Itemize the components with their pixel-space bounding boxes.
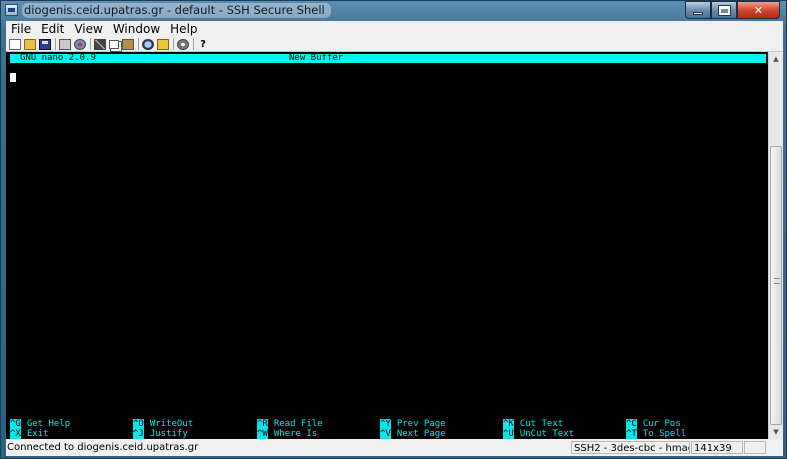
shortcut-cur-pos: ^C Cur Pos [626, 419, 681, 429]
shortcut-exit: ^X Exit [10, 429, 49, 439]
app-window: diogenis.ceid.upatras.gr - default - SSH… [0, 0, 787, 459]
shortcut-writeout: ^O WriteOut [133, 419, 194, 429]
toolbar-separator [90, 38, 91, 50]
toolbar-separator [193, 38, 194, 50]
shortcut-get-help: ^G Get Help [10, 419, 71, 429]
minimize-button[interactable] [685, 1, 711, 19]
terminal-size: 141x39 [691, 441, 743, 454]
shortcut-justify: ^J Justify [133, 429, 188, 439]
maximize-icon [717, 4, 731, 16]
shortcut-to-spell: ^T To Spell [626, 429, 687, 439]
shortcut-uncut-text: ^U UnCut Text [503, 429, 575, 439]
toolbar: ? [6, 37, 783, 52]
shortcut-where-is: ^W Where Is [257, 429, 318, 439]
minimize-icon [693, 11, 703, 15]
menu-bar: File Edit View Window Help [6, 21, 783, 37]
grip-icon [774, 278, 780, 284]
menu-window[interactable]: Window [108, 21, 165, 37]
print-icon[interactable] [59, 38, 71, 50]
nano-version: GNU nano 2.0.9 [20, 53, 96, 63]
paste-icon[interactable] [122, 38, 134, 50]
shortcut-prev-page: ^Y Prev Page [380, 419, 446, 429]
toolbar-separator [138, 38, 139, 50]
toolbar-separator [55, 38, 56, 50]
nano-title-bar: GNU nano 2.0.9 New Buffer [10, 54, 766, 63]
menu-help[interactable]: Help [165, 21, 202, 37]
maximize-button[interactable] [711, 1, 737, 19]
close-icon: ✕ [753, 3, 764, 17]
status-bar: Connected to diogenis.ceid.upatras.gr SS… [6, 441, 783, 455]
save-icon[interactable] [39, 38, 51, 50]
copy-icon[interactable] [109, 39, 119, 49]
status-panel-extra [744, 441, 766, 454]
menu-file[interactable]: File [6, 21, 36, 37]
close-button[interactable]: ✕ [737, 1, 780, 19]
disconnect-icon[interactable] [74, 38, 86, 50]
key-icon[interactable] [157, 38, 169, 50]
shortcut-row: ^X Exit ^J Justify ^W Where Is ^V Next Page … [10, 429, 766, 439]
menu-edit[interactable]: Edit [36, 21, 69, 37]
shortcut-read-file: ^R Read File [257, 419, 323, 429]
text-cursor [10, 73, 16, 82]
window-title: diogenis.ceid.upatras.gr - default - SSH… [22, 3, 331, 18]
shortcut-next-page: ^V Next Page [380, 429, 446, 439]
shortcut-row: ^G Get Help ^O WriteOut ^R Read File ^Y Prev… [10, 419, 766, 429]
help-icon[interactable]: ? [197, 39, 209, 50]
find-icon[interactable] [142, 38, 154, 50]
scroll-down-icon[interactable]: ▼ [769, 425, 783, 439]
settings-icon[interactable] [177, 38, 189, 50]
vertical-scrollbar[interactable]: ▲ ▼ [768, 52, 783, 439]
open-folder-icon[interactable] [24, 38, 36, 50]
ssh-app-icon[interactable] [5, 4, 18, 16]
client-area: File Edit View Window Help ? GNU nano 2.… [6, 21, 783, 456]
connection-status: Connected to diogenis.ceid.upatras.gr [7, 442, 199, 453]
menu-view[interactable]: View [69, 21, 107, 37]
caption-buttons: ✕ [685, 1, 780, 19]
nano-buffer-name: New Buffer [289, 53, 344, 63]
scroll-up-icon[interactable]: ▲ [769, 52, 783, 66]
cipher-info: SSH2 - 3des-cbc - hmac-md5 [571, 441, 690, 454]
cut-icon[interactable] [94, 38, 106, 50]
title-bar[interactable]: diogenis.ceid.upatras.gr - default - SSH… [1, 1, 786, 20]
toolbar-separator [173, 38, 174, 50]
terminal-screen[interactable]: GNU nano 2.0.9 New Buffer ^G Get Help ^O W… [6, 52, 768, 439]
new-document-icon[interactable] [9, 38, 21, 50]
shortcut-cut-text: ^K Cut Text [503, 419, 564, 429]
scrollbar-thumb[interactable] [770, 146, 782, 425]
